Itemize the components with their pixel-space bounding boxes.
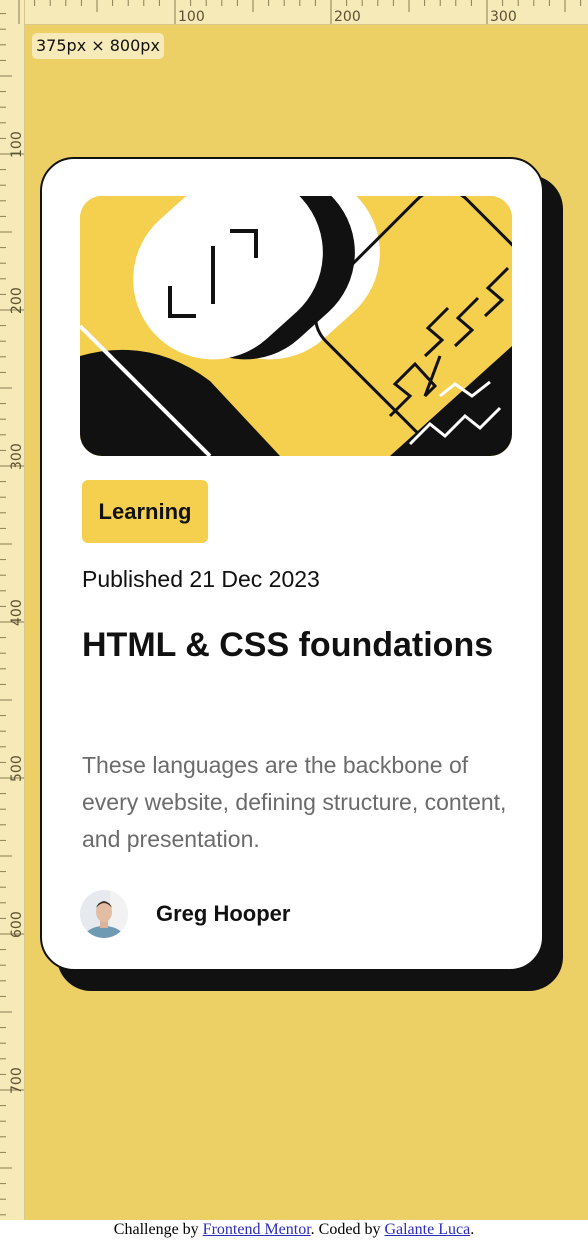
- attribution-prefix: Challenge by: [113, 1221, 203, 1238]
- ruler-label-left: 700: [9, 1067, 25, 1094]
- ruler-label-top: 300: [490, 9, 517, 25]
- card-title[interactable]: HTML & CSS foundations: [82, 617, 502, 674]
- published-date: Published 21 Dec 2023: [82, 566, 320, 592]
- frontend-mentor-link[interactable]: Frontend Mentor: [203, 1221, 311, 1238]
- ruler-label-top: 200: [334, 9, 361, 25]
- viewport-size-badge: 375px × 800px: [32, 33, 164, 59]
- ruler-label-left: 200: [9, 287, 25, 314]
- ruler-label-left: 600: [9, 911, 25, 938]
- ruler-label-left: 300: [9, 443, 25, 470]
- category-tag: Learning: [82, 480, 208, 543]
- ruler-label-left: 400: [9, 599, 25, 626]
- author-name: Greg Hooper: [156, 901, 291, 926]
- hero-illustration: [80, 196, 512, 456]
- card-description: These languages are the backbone of ever…: [82, 752, 507, 852]
- attribution-suffix: .: [470, 1221, 475, 1238]
- blog-preview-card: Learning Published 21 Dec 2023 HTML & CS…: [40, 157, 544, 971]
- author-avatar: [80, 890, 128, 938]
- ruler-label-top: 100: [178, 9, 205, 25]
- author-link[interactable]: Galante Luca: [384, 1221, 470, 1238]
- attribution-footer: Challenge by Frontend Mentor. Coded by G…: [0, 1220, 588, 1248]
- ruler-label-left: 100: [9, 131, 25, 158]
- ruler-label-left: 500: [9, 755, 25, 782]
- attribution-middle: . Coded by: [310, 1221, 385, 1238]
